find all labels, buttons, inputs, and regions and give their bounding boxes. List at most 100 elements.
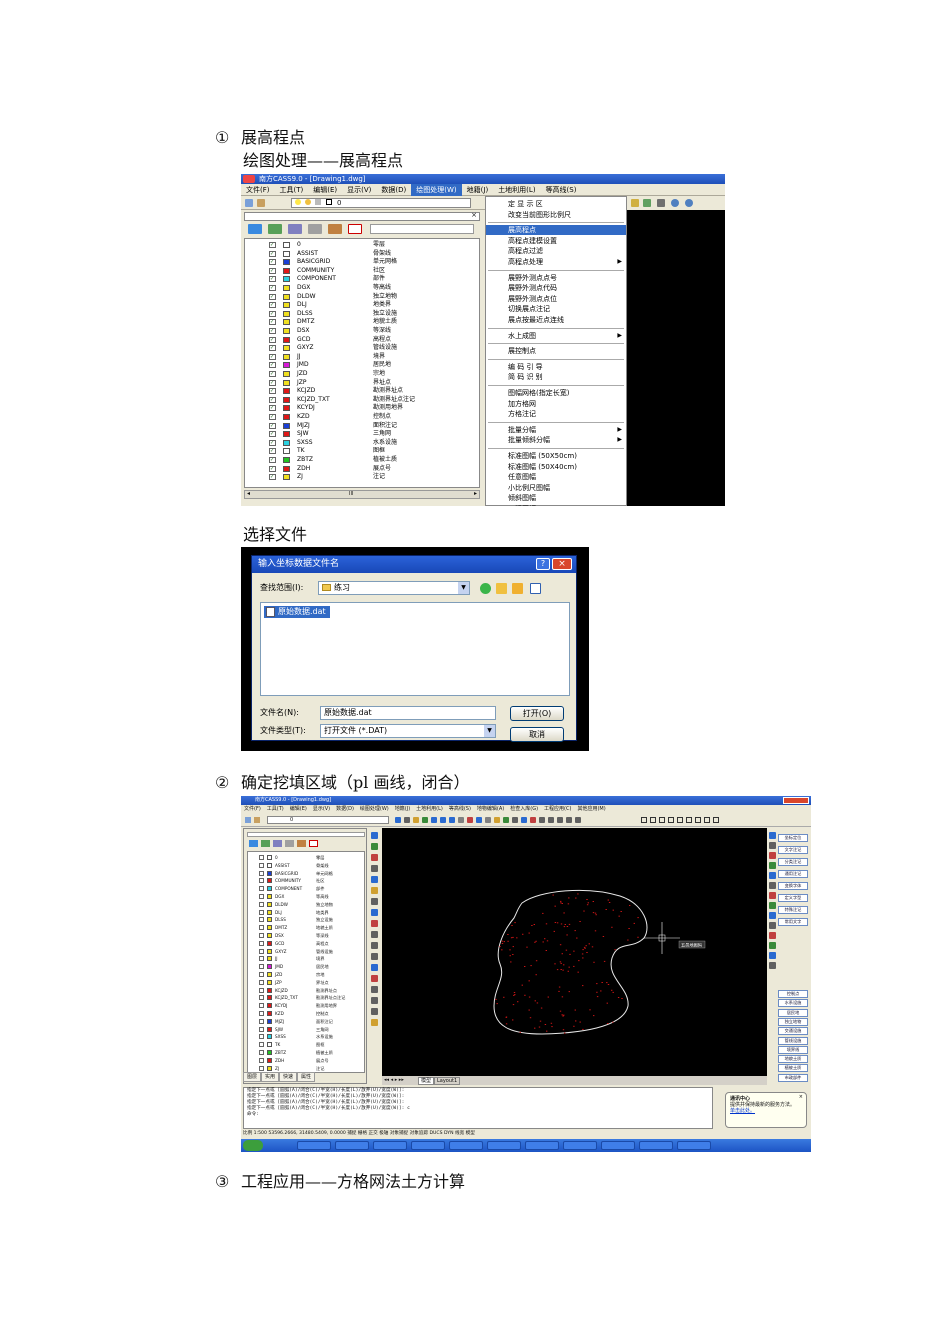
layer-row[interactable]: MJZJ 面积注记 <box>248 1018 364 1025</box>
layer-row[interactable]: ✓ BASICGRID 单元网格 <box>245 258 479 267</box>
layer-visible-checkbox[interactable]: ✓ <box>269 267 276 274</box>
menu-item[interactable]: 数据(D) <box>376 184 411 196</box>
layer-visible-checkbox[interactable] <box>259 1026 264 1032</box>
layer-filter-icon[interactable] <box>288 224 302 234</box>
layer-list-icon[interactable] <box>308 224 322 234</box>
menu-item[interactable]: 显示(V) <box>310 805 333 814</box>
draw-tool-icon[interactable] <box>371 898 378 905</box>
start-button[interactable] <box>243 1140 263 1151</box>
layer-visible-checkbox[interactable] <box>259 878 264 884</box>
layer-row[interactable]: ZJ 注记 <box>248 1065 364 1072</box>
menu-item[interactable]: 定 显 示 区 <box>486 199 626 209</box>
panel-tab[interactable]: 图层 <box>243 1072 262 1082</box>
layer-props-icon[interactable] <box>268 224 282 234</box>
toolbar-icon[interactable] <box>395 817 401 823</box>
menu-item[interactable]: 标准图幅 (50X50cm) <box>486 451 626 461</box>
toolbar-icon[interactable] <box>467 817 473 823</box>
layer-row[interactable]: DLDW 独立地物 <box>248 901 364 908</box>
layer-visible-checkbox[interactable] <box>259 886 264 892</box>
layer-color-swatch[interactable] <box>283 250 290 257</box>
layer-color-swatch[interactable] <box>267 987 272 993</box>
draw-tool-icon[interactable] <box>371 931 378 938</box>
draw-tool-icon[interactable] <box>650 817 656 823</box>
close-button[interactable]: × <box>552 558 572 570</box>
layer-row[interactable]: ✓ DGX 等高线 <box>245 284 479 293</box>
tab-model[interactable]: 模型 <box>418 1077 435 1085</box>
layer-row[interactable]: 0 零层 <box>248 854 364 861</box>
toolbar-icon[interactable] <box>566 817 572 823</box>
scroll-right-icon[interactable]: ▸ <box>474 490 477 497</box>
layer-row[interactable]: GCD 高程点 <box>248 940 364 947</box>
layer-color-swatch[interactable] <box>267 862 272 868</box>
layer-visible-checkbox[interactable] <box>259 1003 264 1009</box>
draw-tool-icon[interactable] <box>371 1019 378 1026</box>
layer-color-swatch[interactable] <box>283 242 290 248</box>
layer-row[interactable]: ✓ COMMUNITY 社区 <box>245 267 479 276</box>
layer-visible-checkbox[interactable]: ✓ <box>269 362 276 369</box>
back-icon[interactable] <box>480 583 491 594</box>
layer-visible-checkbox[interactable]: ✓ <box>269 448 276 455</box>
menu-item[interactable]: 编辑(E) <box>308 184 342 196</box>
layer-visible-checkbox[interactable] <box>259 964 264 970</box>
toolbar-icon[interactable] <box>404 817 410 823</box>
layer-row[interactable]: JZD 宗地 <box>248 971 364 978</box>
taskbar-button[interactable] <box>449 1141 483 1150</box>
toolbar-icon[interactable] <box>521 817 527 823</box>
file-item[interactable]: 原始数据.dat <box>264 606 330 618</box>
draw-tool-icon[interactable] <box>686 817 692 823</box>
layer-visible-checkbox[interactable]: ✓ <box>269 319 276 326</box>
layer-row[interactable]: ✓ 0 零层 <box>245 241 479 250</box>
layer-row[interactable]: ✓ GXYZ 管线设施 <box>245 344 479 353</box>
menu-item[interactable]: 加方格网 <box>486 399 626 409</box>
toolbar-icon[interactable] <box>413 817 419 823</box>
toolbar-icon[interactable] <box>431 817 437 823</box>
layer-color-swatch[interactable] <box>283 285 290 291</box>
layer-row[interactable]: ✓ ZBTZ 植被土质 <box>245 456 479 465</box>
layer-visible-checkbox[interactable]: ✓ <box>269 371 276 377</box>
cass-symbol-button[interactable]: 独立地物 <box>778 1017 808 1026</box>
draw-tool-icon[interactable] <box>371 876 378 883</box>
filename-input[interactable]: 原始数据.dat <box>320 706 496 720</box>
layer-row[interactable]: ✓ TK 图框 <box>245 447 479 456</box>
panel-search-input[interactable] <box>370 224 474 234</box>
toolbar-icon[interactable] <box>530 817 536 823</box>
menu-item[interactable]: 高程点建模设置 <box>486 236 626 246</box>
menu-item[interactable]: 地籍(J) <box>392 805 413 814</box>
layer-row[interactable]: DGX 等高线 <box>248 893 364 900</box>
tab-nav-arrows[interactable]: ◂◂ ◂ ▸ ▸▸ <box>384 1076 404 1085</box>
cass-tool-button[interactable]: 变换字体 <box>778 882 808 890</box>
layer-visible-checkbox[interactable]: ✓ <box>269 293 276 300</box>
layer-visible-checkbox[interactable]: ✓ <box>269 457 276 463</box>
layer-row[interactable]: ✓ DLDW 独立地物 <box>245 293 479 302</box>
cass-symbol-button[interactable]: 控制点 <box>778 990 808 998</box>
draw-tool-icon[interactable] <box>695 817 701 823</box>
layer-visible-checkbox[interactable] <box>259 979 264 985</box>
layer-combo[interactable]: 0 <box>267 816 389 824</box>
layer-row[interactable]: ASSIST 骨架线 <box>248 862 364 869</box>
layer-color-swatch[interactable] <box>267 964 272 970</box>
menu-item[interactable]: 编 码 引 导 <box>486 362 626 372</box>
layer-color-swatch[interactable] <box>267 948 272 954</box>
notification-balloon[interactable]: 通讯中心 提供并保持最新的服务方法。 单击此处。 × <box>725 1092 807 1128</box>
layer-row[interactable]: ✓ ZDH 展点号 <box>245 465 479 474</box>
menu-item[interactable]: 简 码 识 别 <box>486 372 626 382</box>
up-folder-icon[interactable] <box>496 583 507 594</box>
taskbar-button[interactable] <box>487 1141 521 1150</box>
menu-item[interactable]: 标准图幅 (50X40cm) <box>486 462 626 472</box>
draw-tool-icon[interactable] <box>371 1008 378 1015</box>
menu-item[interactable]: 土地利用(L) <box>413 805 446 814</box>
layer-row[interactable]: JMD 居民地 <box>248 963 364 970</box>
layer-row[interactable]: KZD 控制点 <box>248 1010 364 1017</box>
layer-tool-icon-2[interactable] <box>297 840 306 847</box>
draw-tool-icon[interactable] <box>677 817 683 823</box>
layer-row[interactable]: ✓ DLSS 独立设施 <box>245 310 479 319</box>
menu-item[interactable]: 等高线(S) <box>446 805 474 814</box>
layer-color-swatch[interactable] <box>283 474 290 481</box>
layer-row[interactable]: ✓ COMPONENT 部件 <box>245 275 479 284</box>
cancel-button[interactable]: 取消 <box>510 727 564 742</box>
layer-row[interactable]: KCJZD_TXT 勘测界址点注记 <box>248 994 364 1001</box>
layer-visible-checkbox[interactable]: ✓ <box>269 310 276 317</box>
checkmark-icon[interactable] <box>309 840 318 847</box>
layer-tool-icon[interactable] <box>245 817 251 823</box>
layer-color-swatch[interactable] <box>283 328 290 334</box>
